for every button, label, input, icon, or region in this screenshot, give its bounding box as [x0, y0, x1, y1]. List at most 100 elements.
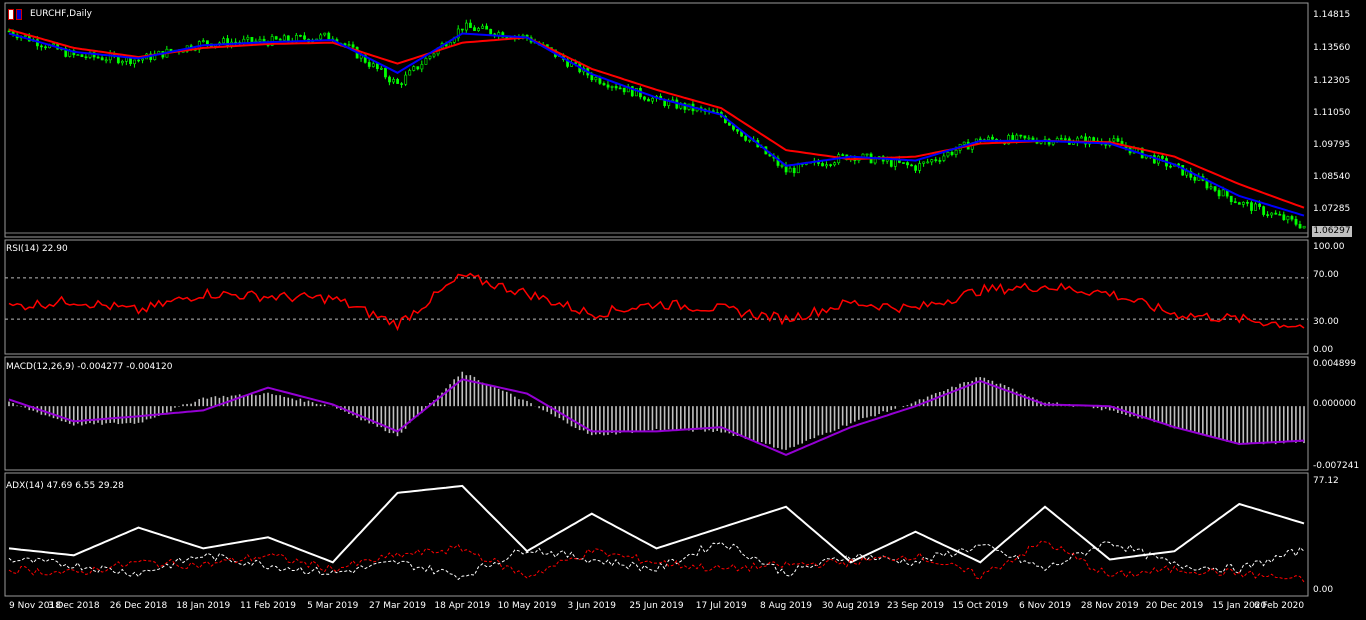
- candle: [914, 164, 918, 173]
- candle: [1274, 210, 1278, 215]
- candle-body: [962, 141, 966, 145]
- candle-body: [1246, 202, 1249, 204]
- candle: [1229, 195, 1233, 205]
- candle-body: [1063, 138, 1067, 140]
- candle: [792, 165, 796, 177]
- candle: [396, 77, 400, 84]
- candle-body: [991, 136, 994, 140]
- candle: [630, 85, 634, 98]
- candle-body: [1193, 177, 1197, 181]
- rsi-panel[interactable]: [5, 272, 1308, 332]
- candle: [776, 155, 780, 168]
- candle: [962, 141, 966, 145]
- chart-canvas: [4, 2, 1309, 597]
- price-tick: 1.12305: [1313, 76, 1351, 86]
- candle-body: [1027, 137, 1031, 140]
- date-tick-label: 11 Feb 2019: [239, 601, 297, 611]
- candle-body: [865, 153, 869, 156]
- candle-body: [902, 162, 905, 164]
- date-tick-label: 3 Dec 2018: [47, 601, 100, 611]
- candle: [416, 66, 420, 71]
- candle: [205, 40, 209, 48]
- candle: [614, 83, 618, 91]
- price-tick: 1.07285: [1313, 204, 1351, 214]
- candle-body: [469, 22, 472, 28]
- price-panel[interactable]: [5, 19, 1308, 234]
- candle: [1294, 215, 1298, 227]
- candle-body: [1161, 155, 1164, 159]
- rsi-label: RSI(14) 22.90: [6, 244, 68, 254]
- candle: [72, 49, 76, 58]
- candle-body: [1237, 202, 1241, 205]
- candle: [412, 65, 416, 72]
- candle-body: [1262, 206, 1266, 215]
- candle-body: [1258, 203, 1261, 207]
- date-tick-label: 20 Dec 2019: [1145, 601, 1204, 611]
- candle: [481, 23, 484, 29]
- candle-body: [1294, 218, 1298, 225]
- candle: [1270, 212, 1274, 219]
- candle: [987, 135, 990, 141]
- candle: [946, 151, 950, 158]
- price-tick: 1.14815: [1313, 10, 1351, 20]
- candle-body: [347, 44, 351, 46]
- candle-body: [744, 135, 748, 141]
- candle-body: [594, 77, 598, 81]
- candle: [40, 44, 43, 51]
- candle: [829, 163, 833, 168]
- candle-body: [388, 76, 391, 83]
- candle-body: [473, 27, 476, 31]
- candle: [485, 23, 489, 30]
- panel-border: [4, 239, 1309, 355]
- candle-body: [481, 25, 484, 29]
- candle: [121, 59, 124, 66]
- candle-body: [1217, 190, 1221, 197]
- candle: [246, 34, 250, 43]
- date-tick-label: 18 Jan 2019: [176, 601, 231, 611]
- candle: [817, 158, 820, 167]
- candle: [299, 34, 302, 38]
- candle: [602, 81, 606, 86]
- candle-body: [643, 96, 646, 100]
- candle: [841, 153, 845, 157]
- candle-body: [748, 139, 752, 142]
- candle: [464, 19, 468, 33]
- candle-body: [104, 59, 108, 62]
- candle-body: [460, 28, 464, 31]
- date-tick-label: 8 Aug 2019: [760, 601, 812, 611]
- candle-body: [1011, 135, 1015, 141]
- candle-body: [319, 34, 323, 40]
- candle: [424, 56, 428, 65]
- candle: [610, 85, 614, 91]
- candle: [388, 75, 391, 86]
- candle: [1282, 211, 1286, 221]
- candle-body: [1221, 189, 1225, 197]
- last-price-box: 1.06297: [1312, 226, 1352, 237]
- adx-panel[interactable]: [8, 484, 1305, 583]
- candle-body: [201, 40, 205, 42]
- candle-body: [614, 86, 618, 89]
- candle-body: [1270, 212, 1274, 216]
- candle-body: [246, 36, 250, 40]
- candle: [1278, 211, 1282, 216]
- macd-label: MACD(12,26,9) -0.004277 -0.004120: [6, 362, 173, 372]
- candle-body: [7, 30, 11, 33]
- candle-body: [1233, 201, 1237, 203]
- candle-body: [80, 54, 84, 58]
- candle-body: [1209, 186, 1213, 189]
- candle-body: [780, 164, 784, 167]
- candle-body: [404, 74, 408, 85]
- candle-body: [938, 160, 942, 162]
- candle: [926, 158, 930, 164]
- candle-body: [1241, 202, 1245, 205]
- candle: [1209, 183, 1213, 190]
- macd-tick: 0.004899: [1313, 359, 1356, 369]
- candle-body: [1278, 213, 1282, 216]
- candle-body: [1290, 216, 1294, 220]
- macd-panel[interactable]: [8, 371, 1305, 456]
- candle-body: [392, 79, 395, 83]
- price-tick: 1.13560: [1313, 43, 1351, 53]
- candle-body: [274, 36, 278, 40]
- candle-body: [76, 54, 80, 56]
- candle: [1246, 200, 1249, 207]
